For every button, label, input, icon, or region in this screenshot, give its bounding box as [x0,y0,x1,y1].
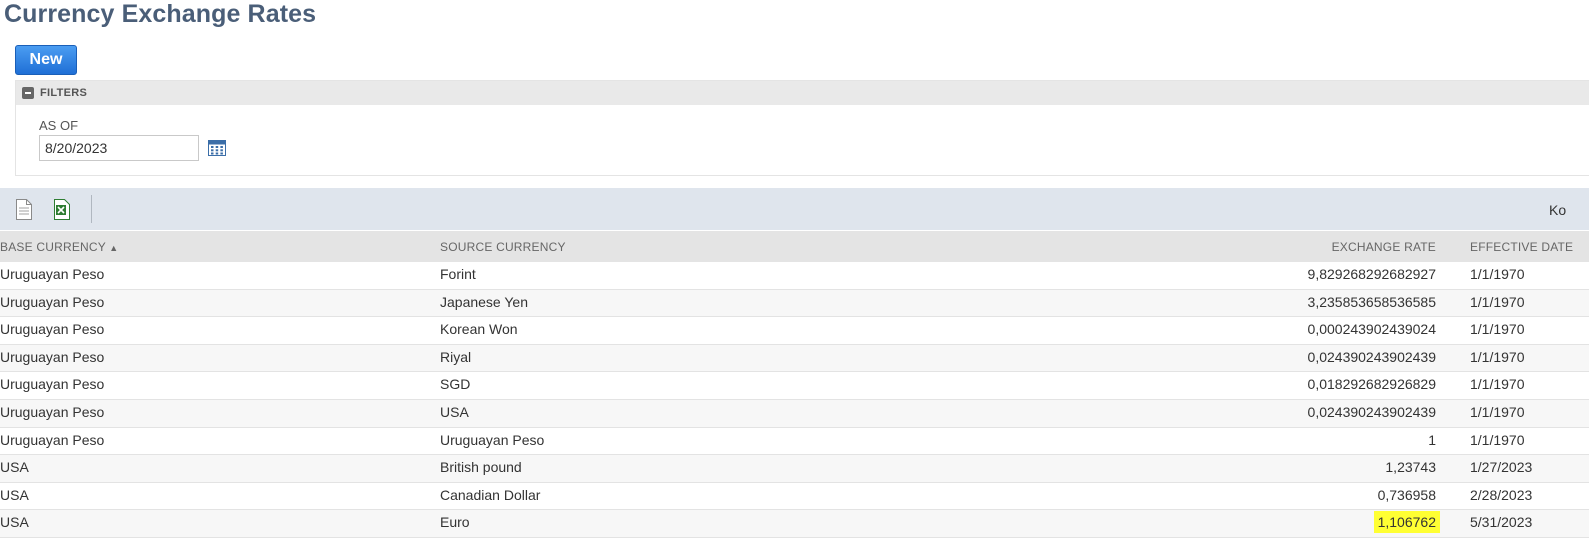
column-header-base-currency[interactable]: BASE CURRENCY ▲ [0,240,118,254]
column-header-source-currency[interactable]: SOURCE CURRENCY [440,240,566,254]
cell-source-currency: Canadian Dollar [440,486,541,503]
as-of-label: AS OF [39,118,79,133]
table-row[interactable]: USA British pound 1,23743 1/27/2023 [0,455,1589,483]
cell-effective-date: 5/31/2023 [1470,514,1533,531]
filters-label: FILTERS [40,87,88,99]
table-row[interactable]: USA Canadian Dollar 0,736958 2/28/2023 [0,483,1589,511]
cell-exchange-rate: 1,23743 [1385,459,1436,476]
cell-exchange-rate-highlighted: 1,106762 [1373,511,1440,534]
column-header-effective-date[interactable]: EFFECTIVE DATE [1470,240,1573,254]
table-header: BASE CURRENCY ▲ SOURCE CURRENCY EXCHANGE… [0,231,1589,262]
cell-base-currency: Uruguayan Peso [0,266,105,282]
table-row[interactable]: Uruguayan Peso Forint 9,829268292682927 … [0,262,1589,290]
cell-source-currency: Euro [440,514,470,531]
cell-base-currency: Uruguayan Peso [0,431,105,448]
new-button[interactable]: New [15,45,77,75]
cell-source-currency: Korean Won [440,321,518,338]
cell-source-currency: Japanese Yen [440,293,528,310]
cell-exchange-rate: 0,024390243902439 [1307,348,1436,365]
cell-base-currency: Uruguayan Peso [0,321,105,338]
cell-source-currency: Riyal [440,348,472,365]
cell-exchange-rate: 1 [1428,431,1436,448]
table-row[interactable]: USA Euro 1,106762 5/31/2023 [0,510,1589,538]
calendar-icon[interactable] [208,139,226,156]
cell-effective-date: 1/1/1970 [1470,293,1525,310]
cell-effective-date: 1/1/1970 [1470,403,1525,420]
cell-base-currency: USA [0,514,29,531]
page-title: Currency Exchange Rates [4,0,317,28]
cell-base-currency: Uruguayan Peso [0,403,105,420]
filters-header[interactable]: FILTERS [16,81,1589,105]
cell-source-currency: USA [440,403,469,420]
cell-effective-date: 1/1/1970 [1470,348,1525,365]
cell-exchange-rate: 3,235853658536585 [1307,293,1436,310]
cell-source-currency: Uruguayan Peso [440,431,545,448]
table-body: Uruguayan Peso Forint 9,829268292682927 … [0,262,1589,538]
toolbar-separator [91,195,92,223]
cell-exchange-rate: 0,736958 [1377,486,1436,503]
table-row[interactable]: Uruguayan Peso Japanese Yen 3,2358536585… [0,289,1589,318]
column-header-label: BASE CURRENCY [0,240,106,254]
sort-ascending-icon: ▲ [109,243,119,253]
cell-effective-date: 1/27/2023 [1470,459,1533,476]
cell-base-currency: Uruguayan Peso [0,376,105,393]
cell-source-currency: British pound [440,459,522,476]
cell-exchange-rate: 9,829268292682927 [1307,266,1436,282]
cell-effective-date: 1/1/1970 [1470,321,1525,338]
minus-square-icon[interactable] [22,87,34,99]
cell-effective-date: 1/1/1970 [1470,266,1525,282]
list-toolbar: Ko [0,188,1589,230]
column-header-exchange-rate[interactable]: EXCHANGE RATE [1332,240,1436,254]
cell-exchange-rate: 0,024390243902439 [1307,403,1436,420]
as-of-date-input[interactable] [39,135,199,161]
cell-effective-date: 1/1/1970 [1470,376,1525,393]
excel-icon[interactable] [53,199,71,220]
cell-source-currency: SGD [440,376,471,393]
cell-base-currency: USA [0,459,29,476]
highlight-marker: 1,106762 [1373,511,1440,534]
cell-source-currency: Forint [440,266,476,282]
document-icon[interactable] [15,199,33,220]
cell-effective-date: 2/28/2023 [1470,486,1533,503]
filters-panel: FILTERS AS OF [15,80,1589,176]
table-row[interactable]: Uruguayan Peso Korean Won 0,000243902439… [0,317,1589,345]
cell-effective-date: 1/1/1970 [1470,431,1525,448]
table-row[interactable]: Uruguayan Peso Uruguayan Peso 1 1/1/1970 [0,428,1589,456]
cell-exchange-rate: 0,000243902439024 [1307,321,1436,338]
cell-base-currency: Uruguayan Peso [0,348,105,365]
cell-base-currency: USA [0,486,29,503]
table-row[interactable]: Uruguayan Peso SGD 0,018292682926829 1/1… [0,372,1589,400]
table-row[interactable]: Uruguayan Peso Riyal 0,024390243902439 1… [0,344,1589,373]
table-row[interactable]: Uruguayan Peso USA 0,024390243902439 1/1… [0,399,1589,428]
cell-base-currency: Uruguayan Peso [0,293,105,310]
cell-exchange-rate: 0,018292682926829 [1307,376,1436,393]
toolbar-right-text: Ko [1549,202,1567,218]
